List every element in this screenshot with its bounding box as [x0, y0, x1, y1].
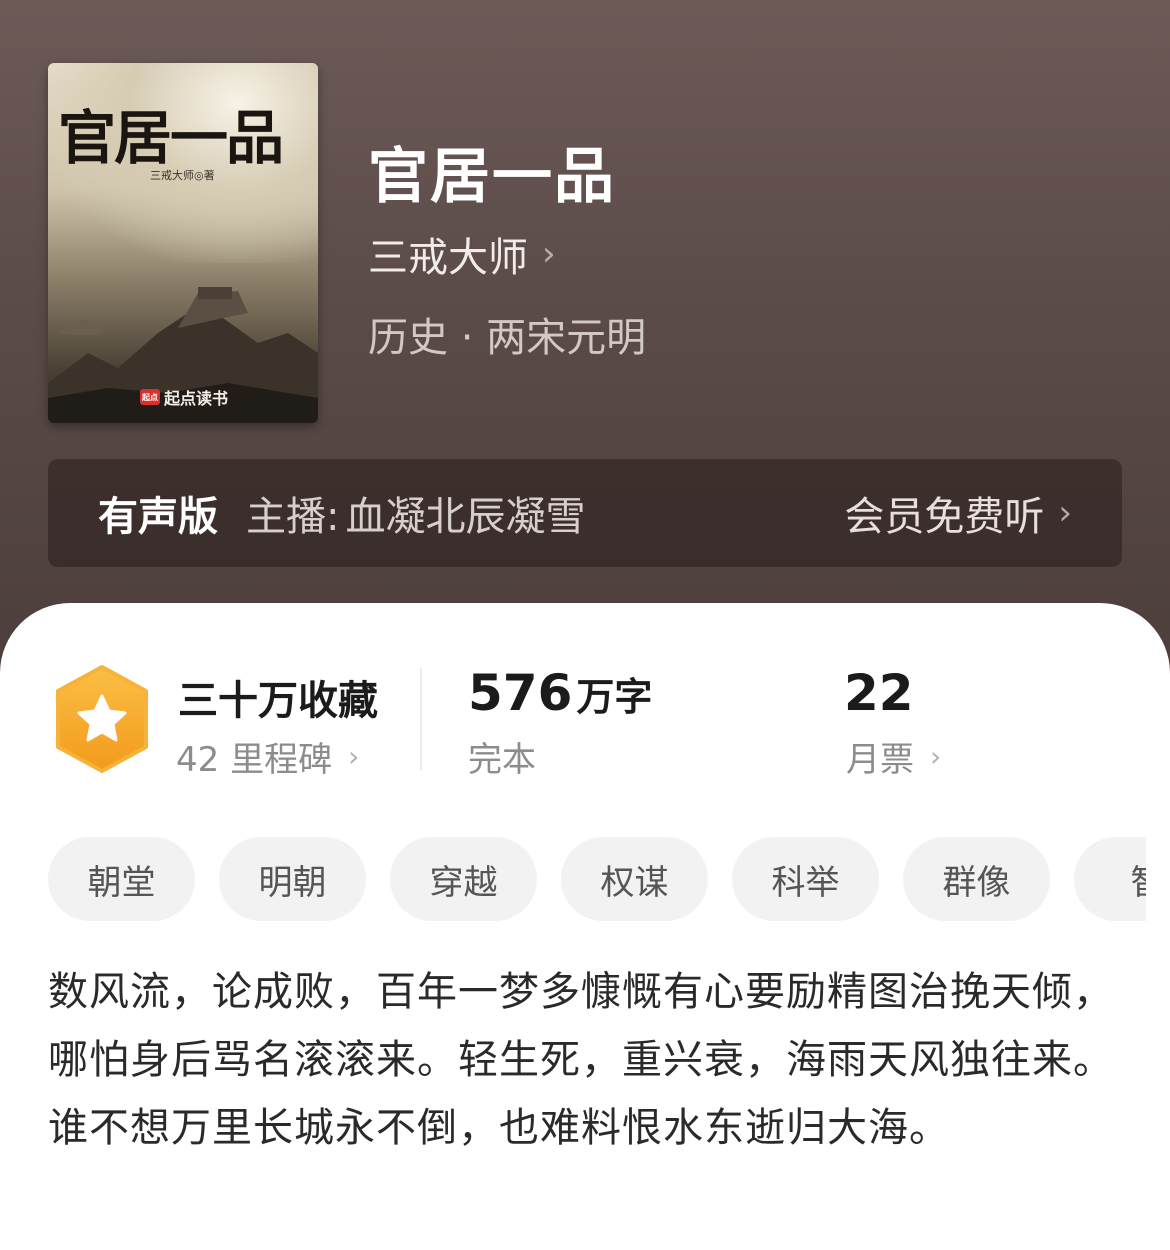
member-free-listen-button[interactable]: 会员免费听 › [844, 484, 1072, 542]
tag-chip[interactable]: 科举 [732, 837, 879, 921]
book-header: 官居一品 三戒大师◎著 起点 起点读书 官居一品 三戒大师 › 历史 · 两宋元… [0, 0, 1170, 680]
cover-title: 官居一品 [58, 104, 284, 172]
chevron-right-icon: › [348, 740, 360, 773]
audiobook-banner[interactable]: 有声版 主播: 血凝北辰凝雪 会员免费听 › [48, 459, 1122, 567]
tag-chip[interactable]: 明朝 [219, 837, 366, 921]
book-cover[interactable]: 官居一品 三戒大师◎著 起点 起点读书 [48, 63, 318, 423]
member-free-listen-label: 会员免费听 [844, 494, 1045, 540]
book-description: 数风流，论成败，百年一梦多慷慨有心要励精图治挽天倾，哪怕身后骂名滚滚来。轻生死，… [48, 969, 1114, 1151]
milestone-label: 42 里程碑 [176, 740, 333, 780]
completion-status: 完本 [468, 740, 536, 780]
audio-host-prefix: 主播: [246, 494, 340, 540]
collection-count: 三十万收藏 [178, 678, 378, 724]
author-link[interactable]: 三戒大师 › [368, 225, 556, 283]
word-count: 576 万字 [468, 664, 652, 722]
audio-host-name: 血凝北辰凝雪 [345, 494, 586, 540]
chevron-right-icon: › [542, 234, 556, 274]
monthly-ticket-link[interactable]: 月票 › [846, 732, 941, 781]
monthly-ticket-label: 月票 [846, 740, 914, 780]
chevron-right-icon: › [930, 740, 942, 773]
qidian-logo-icon: 起点 [140, 389, 160, 405]
word-count-number: 576 [468, 664, 573, 722]
book-title: 官居一品 [368, 142, 616, 212]
stats-divider [420, 668, 422, 770]
tag-chip[interactable]: 群像 [903, 837, 1050, 921]
cover-brand-text: 起点读书 [164, 389, 229, 408]
star-badge-icon [56, 665, 148, 773]
tag-chip[interactable]: 穿越 [390, 837, 537, 921]
tag-chip[interactable]: 朝堂 [48, 837, 195, 921]
tag-list: 朝堂 明朝 穿越 权谋 科举 群像 智 [48, 837, 1146, 921]
book-genre: 历史 · 两宋元明 [368, 315, 647, 361]
tag-chip[interactable]: 权谋 [561, 837, 708, 921]
cover-brand: 起点 起点读书 [140, 385, 228, 409]
milestone-link[interactable]: 42 里程碑 › [176, 732, 359, 781]
chevron-right-icon: › [1058, 493, 1072, 533]
author-name: 三戒大师 [368, 235, 528, 281]
monthly-ticket-count: 22 [844, 664, 914, 722]
tag-chip[interactable]: 智 [1074, 837, 1146, 921]
tag-row: 朝堂 明朝 穿越 权谋 科举 群像 智 [48, 837, 1146, 921]
cover-author: 三戒大师◎著 [150, 169, 215, 182]
word-count-unit: 万字 [576, 675, 653, 719]
audio-version-label: 有声版 [98, 494, 218, 540]
